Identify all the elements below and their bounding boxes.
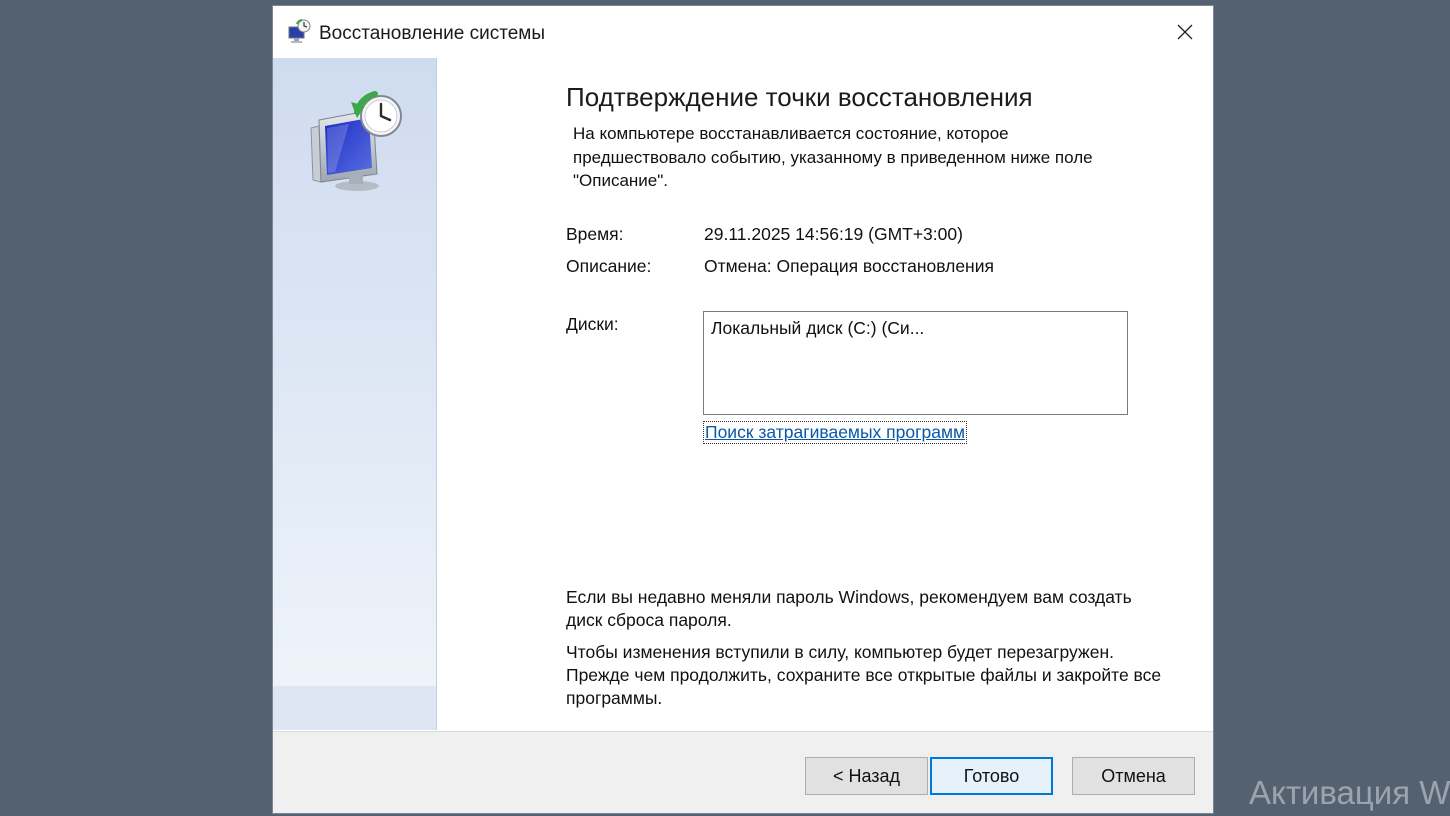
password-note: Если вы недавно меняли пароль Windows, р… bbox=[566, 587, 1132, 630]
description-value: Отмена: Операция восстановления bbox=[704, 256, 994, 276]
system-restore-icon bbox=[286, 18, 312, 44]
button-bar: < Назад Готово Отмена bbox=[273, 731, 1213, 813]
intro-text: На компьютере восстанавливается состояни… bbox=[573, 124, 1093, 190]
sidebar-footer bbox=[273, 686, 437, 730]
desktop: Восстановление системы Подтверждение точ… bbox=[0, 0, 1450, 816]
close-icon bbox=[1177, 24, 1193, 40]
back-button[interactable]: < Назад bbox=[805, 757, 928, 795]
close-button[interactable] bbox=[1161, 12, 1209, 52]
window-title: Восстановление системы bbox=[319, 23, 546, 44]
finish-button[interactable]: Готово bbox=[930, 757, 1053, 795]
system-restore-window: Восстановление системы Подтверждение точ… bbox=[272, 5, 1214, 814]
time-value: 29.11.2025 14:56:19 (GMT+3:00) bbox=[704, 224, 963, 244]
wizard-sidebar bbox=[273, 58, 437, 730]
title-bar[interactable]: Восстановление системы bbox=[273, 6, 1213, 58]
description-label: Описание: bbox=[566, 256, 652, 276]
time-label: Время: bbox=[566, 224, 624, 244]
restart-note: Чтобы изменения вступили в силу, компьют… bbox=[566, 642, 1162, 708]
wizard-content: Подтверждение точки восстановления На ко… bbox=[438, 58, 1213, 730]
disk-item[interactable]: Локальный диск (C:) (Си... bbox=[711, 318, 1120, 339]
cancel-button[interactable]: Отмена bbox=[1072, 757, 1195, 795]
system-restore-hero-icon bbox=[305, 90, 409, 194]
activation-watermark: Активация W bbox=[1249, 774, 1450, 811]
affected-programs-link[interactable]: Поиск затрагиваемых программ bbox=[703, 421, 968, 444]
disks-list[interactable]: Локальный диск (C:) (Си... bbox=[703, 311, 1128, 415]
page-title: Подтверждение точки восстановления bbox=[566, 82, 1033, 112]
disks-label: Диски: bbox=[566, 314, 619, 334]
